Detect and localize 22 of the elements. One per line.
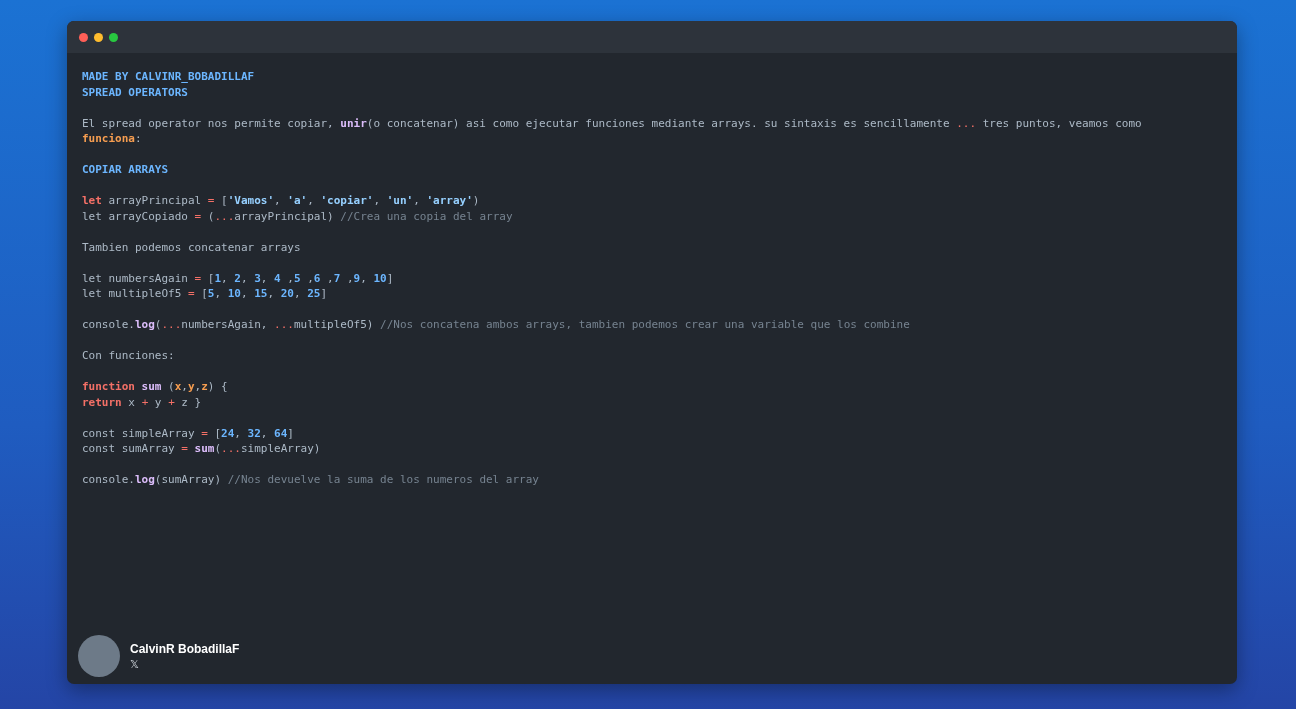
code-line: let arrayCopiado = (...arrayPrincipal) //Crea una copia del array <box>82 208 514 224</box>
x-logo-icon[interactable]: 𝕏 <box>130 657 139 671</box>
code-line: let arrayPrincipal = ['Vamos', 'a', 'copiar', 'un', 'array') <box>82 193 481 209</box>
code-line: Tambien podemos concatenar arrays <box>82 239 302 255</box>
code-line: SPREAD OPERATORS <box>82 84 189 100</box>
code-line: console.log(...numbersAgain, ...multipleOf5) //Nos concatena ambos arrays, tambien podemos crear una variable que los combine <box>82 317 911 333</box>
maximize-dot-icon[interactable] <box>109 32 118 42</box>
code-line: const sumArray = sum(...simpleArray) <box>82 441 322 457</box>
code-line: COPIAR ARRAYS <box>82 162 170 178</box>
code-line: Con funciones: <box>82 348 176 364</box>
code-line: let multipleOf5 = [5, 10, 15, 20, 25] <box>82 286 329 302</box>
avatar-placeholder <box>78 635 120 677</box>
minimize-dot-icon[interactable] <box>94 32 103 42</box>
code-line: El spread operator nos permite copiar, unir(o concatenar) asi como ejecutar funciones mediante arrays. su sintaxis es sencillamente ... tres puntos, veamos como funciona: <box>82 115 1143 147</box>
code-line: function sum (x,y,z) { <box>82 379 229 395</box>
code-line: return x + y + z } <box>82 394 203 410</box>
close-dot-icon[interactable] <box>79 32 88 42</box>
code-line: MADE BY CALVINR_BOBADILLAF <box>82 69 256 85</box>
code-line: const simpleArray = [24, 32, 64] <box>82 425 295 441</box>
code-line: console.log(sumArray) //Nos devuelve la suma de los numeros del array <box>82 472 540 488</box>
code-line: let numbersAgain = [1, 2, 3, 4 ,5 ,6 ,7 ,9, 10] <box>82 270 395 286</box>
author-name: CalvinR BobadillaF <box>130 641 240 656</box>
